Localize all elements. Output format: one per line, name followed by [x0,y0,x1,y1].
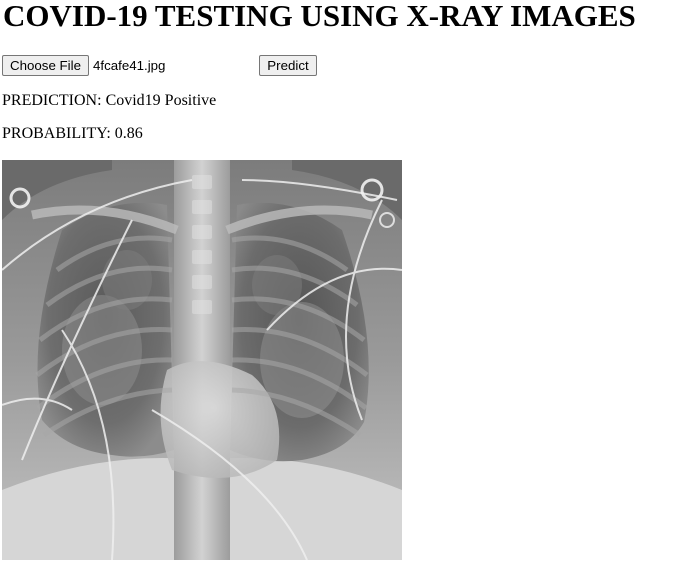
page: COVID-19 TESTING USING X-RAY IMAGES Choo… [0,0,692,585]
choose-file-button[interactable]: Choose File [2,55,89,76]
selected-file-name: 4fcafe41.jpg [93,58,166,73]
page-title: COVID-19 TESTING USING X-RAY IMAGES [3,0,636,33]
prediction-result: PREDICTION: Covid19 Positive [2,92,216,110]
upload-form: Choose File 4fcafe41.jpg Predict [2,55,402,77]
prediction-label: PREDICTION: [2,92,102,109]
chest-xray-image [2,160,402,560]
probability-result: PROBABILITY: 0.86 [2,125,143,143]
predict-button[interactable]: Predict [259,55,317,76]
prediction-value: Covid19 Positive [105,92,217,109]
probability-label: PROBABILITY: [2,125,111,142]
probability-value: 0.86 [114,125,143,142]
